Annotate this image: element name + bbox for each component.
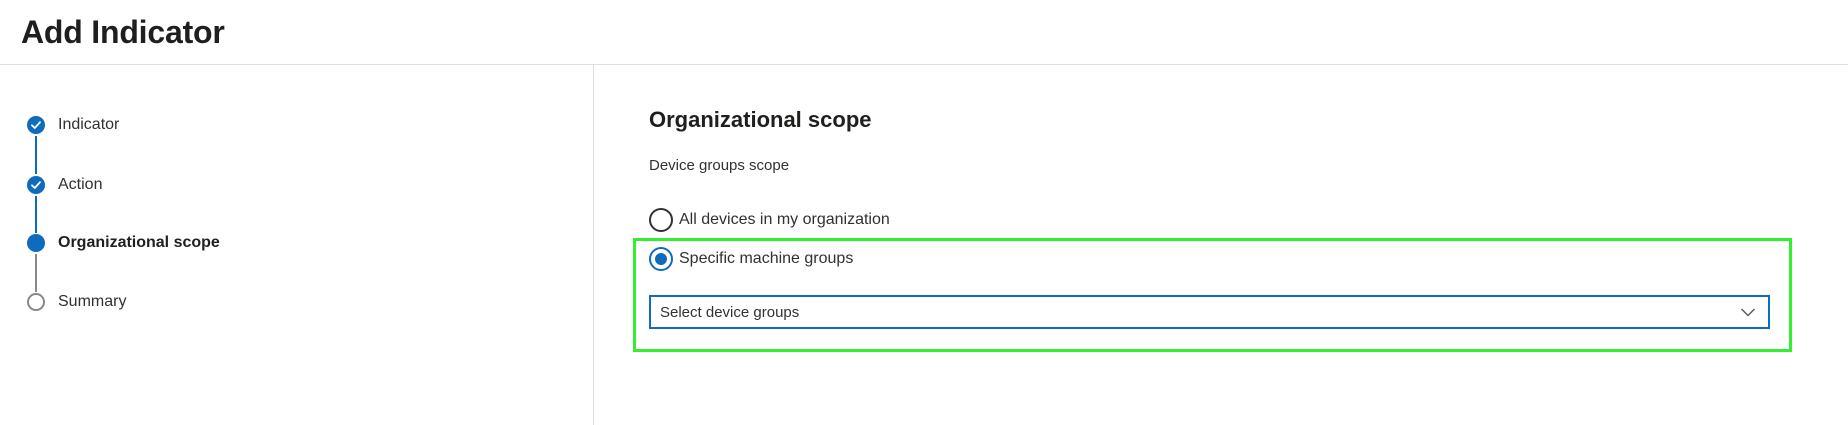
checkmark-icon <box>27 116 45 134</box>
dropdown-placeholder: Select device groups <box>660 304 800 321</box>
radio-button[interactable] <box>649 208 673 232</box>
step-connector <box>35 136 37 174</box>
step-connector <box>35 196 37 233</box>
current-step-icon <box>27 234 45 252</box>
checkmark-icon <box>27 176 45 194</box>
wizard-steps-pane: Indicator Action Organizational scope Su… <box>0 65 594 425</box>
page-title: Add Indicator <box>21 14 225 50</box>
wizard-step-label: Organizational scope <box>58 234 220 251</box>
chevron-down-icon <box>1740 308 1756 317</box>
section-title: Organizational scope <box>649 107 872 132</box>
device-groups-dropdown[interactable]: Select device groups <box>649 295 1770 329</box>
step-connector <box>35 254 37 292</box>
device-groups-scope-label: Device groups scope <box>649 157 790 174</box>
page-header: Add Indicator <box>0 0 1848 65</box>
pending-step-icon <box>27 293 45 311</box>
radio-label: All devices in my organization <box>679 211 890 228</box>
wizard-step-label: Summary <box>58 293 127 310</box>
wizard-step-label: Action <box>58 176 103 193</box>
wizard-step-label: Indicator <box>58 116 120 133</box>
